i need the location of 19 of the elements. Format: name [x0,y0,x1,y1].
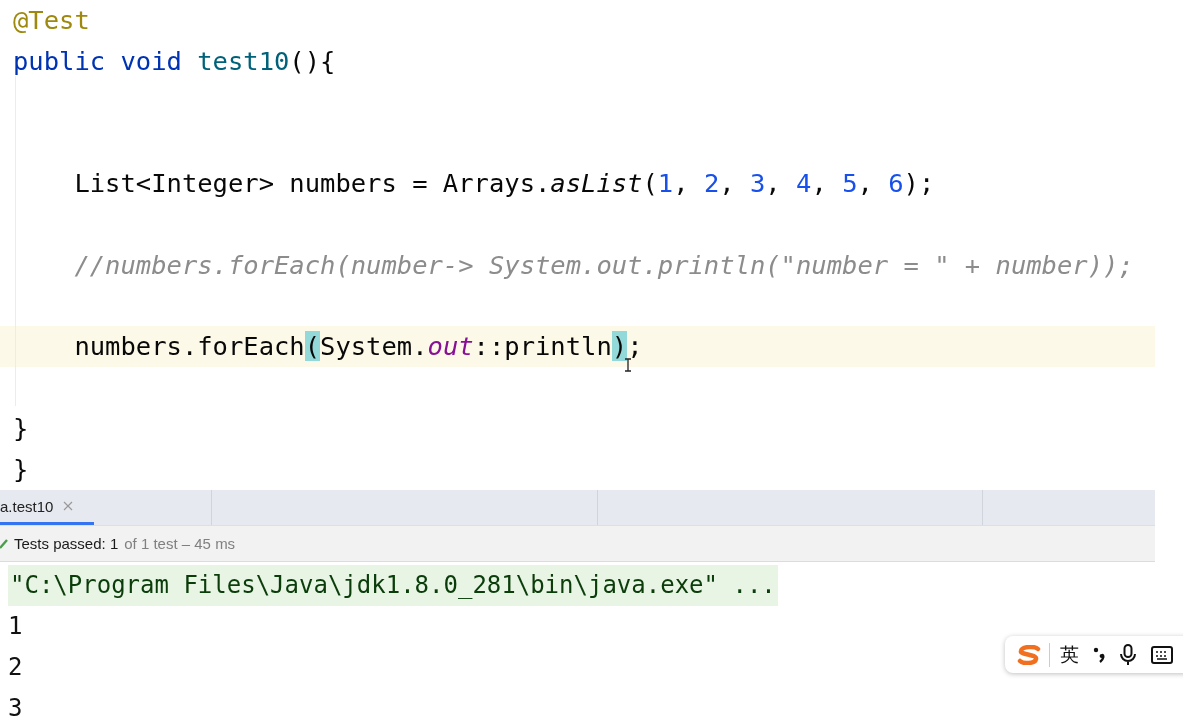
check-icon [0,538,8,549]
console-output: 3 [8,693,23,718]
test-duration: of 1 test – 45 ms [124,535,236,552]
code-line: @Test [12,4,91,37]
code-line: //numbers.forEach(number-> System.out.println("number = " + number)); [73,248,1135,282]
console-output: 1 [8,611,23,642]
code-line: List<Integer> numbers = Arrays.asList(1, 2, 3, 4, 5, 6); [73,167,936,201]
code-line: } [12,452,30,486]
input-mode-label[interactable]: 英 [1060,641,1079,668]
text-cursor-icon [624,358,632,372]
s-logo-icon [1017,644,1041,665]
punctuation-icon[interactable] [1093,645,1105,664]
microphone-icon[interactable] [1119,643,1137,666]
keyboard-icon[interactable] [1151,645,1173,664]
code-line: } [12,411,30,445]
code-line: public void test10(){ [12,44,337,78]
tests-passed-summary: Tests passed: 1 [14,535,119,552]
console-command: "C:\Program Files\Java\jdk1.8.0_281\bin\java.exe" ... [8,565,778,606]
console-output: 2 [8,652,23,683]
